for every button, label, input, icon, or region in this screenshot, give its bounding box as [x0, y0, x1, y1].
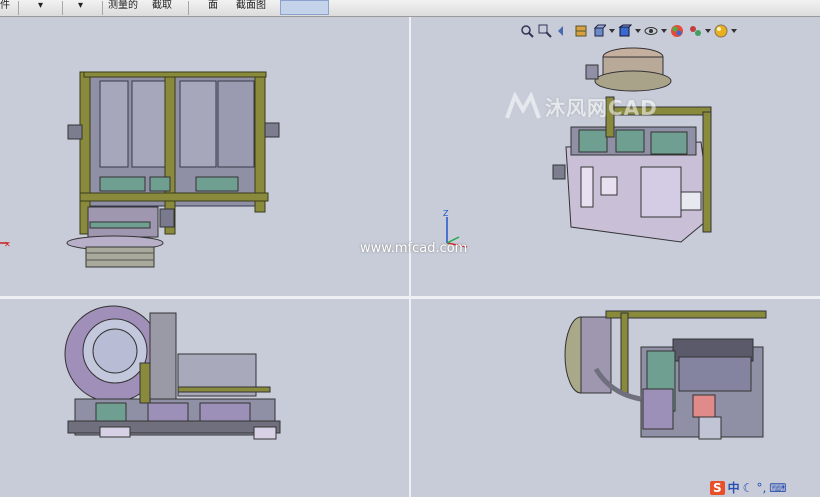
command-toolbar: 件 ▾ ▾ 测量的 截取 面 截面图 [0, 0, 820, 17]
toolbar-face[interactable]: 面 [208, 0, 220, 16]
zoom-area-icon[interactable] [537, 23, 553, 39]
heads-up-view-toolbar [519, 22, 737, 40]
toolbar-separator [18, 1, 19, 15]
previous-view-icon[interactable] [555, 23, 571, 39]
sogou-logo-icon[interactable]: S [710, 480, 725, 495]
chevron-down-icon[interactable] [731, 23, 737, 39]
viewport-side[interactable] [411, 299, 820, 497]
toolbar-measure[interactable]: 测量的 [108, 0, 144, 16]
ime-language[interactable]: 中 [728, 479, 740, 496]
display-style-icon[interactable] [617, 23, 633, 39]
toolbar-active-button[interactable] [280, 0, 329, 15]
model-top-view [64, 305, 281, 440]
punctuation-icon[interactable]: °, [756, 481, 766, 495]
model-side-view [564, 310, 767, 440]
toolbar-section-view[interactable]: 截面图 [236, 0, 272, 16]
section-view-icon[interactable] [573, 23, 589, 39]
toolbar-item-part[interactable]: 件 [0, 0, 14, 16]
zoom-to-fit-icon[interactable] [519, 23, 535, 39]
chevron-down-icon[interactable] [661, 23, 667, 39]
view-orientation-icon[interactable] [591, 23, 607, 39]
mf-logo-icon [505, 92, 541, 119]
apply-scene-icon[interactable] [687, 23, 703, 39]
site-watermark: 沐风网CAD [505, 92, 665, 124]
svg-text:Z: Z [443, 209, 449, 218]
chevron-down-icon[interactable] [609, 23, 615, 39]
moon-icon[interactable]: ☾ [743, 481, 754, 495]
dropdown-arrow-2[interactable]: ▾ [78, 0, 88, 16]
viewport-isometric[interactable]: Z [411, 17, 820, 296]
svg-text:✕: ✕ [4, 240, 11, 249]
model-isometric-view: Z [443, 47, 712, 248]
chevron-down-icon[interactable] [635, 23, 641, 39]
ime-status-bar[interactable]: S 中 ☾ °, ⌨ [710, 478, 820, 497]
watermark-text: 沐风网CAD [545, 96, 658, 120]
keyboard-icon[interactable]: ⌨ [769, 481, 786, 495]
toolbar-separator [62, 1, 63, 15]
viewport-top[interactable] [0, 299, 409, 497]
watermark-url: www.mfcad.com [360, 241, 468, 256]
dropdown-arrow-1[interactable]: ▾ [38, 0, 48, 16]
viewport-divider-vertical[interactable] [409, 17, 411, 497]
toolbar-separator [102, 1, 103, 15]
model-front-view: ✕ [0, 71, 280, 268]
toolbar-capture[interactable]: 截取 [152, 0, 180, 16]
toolbar-separator [188, 1, 189, 15]
view-settings-icon[interactable] [713, 23, 729, 39]
viewport-front[interactable]: ✕ [0, 17, 409, 296]
edit-appearance-icon[interactable] [669, 23, 685, 39]
viewport-divider-horizontal[interactable] [0, 296, 820, 299]
chevron-down-icon[interactable] [705, 23, 711, 39]
hide-show-items-icon[interactable] [643, 23, 659, 39]
